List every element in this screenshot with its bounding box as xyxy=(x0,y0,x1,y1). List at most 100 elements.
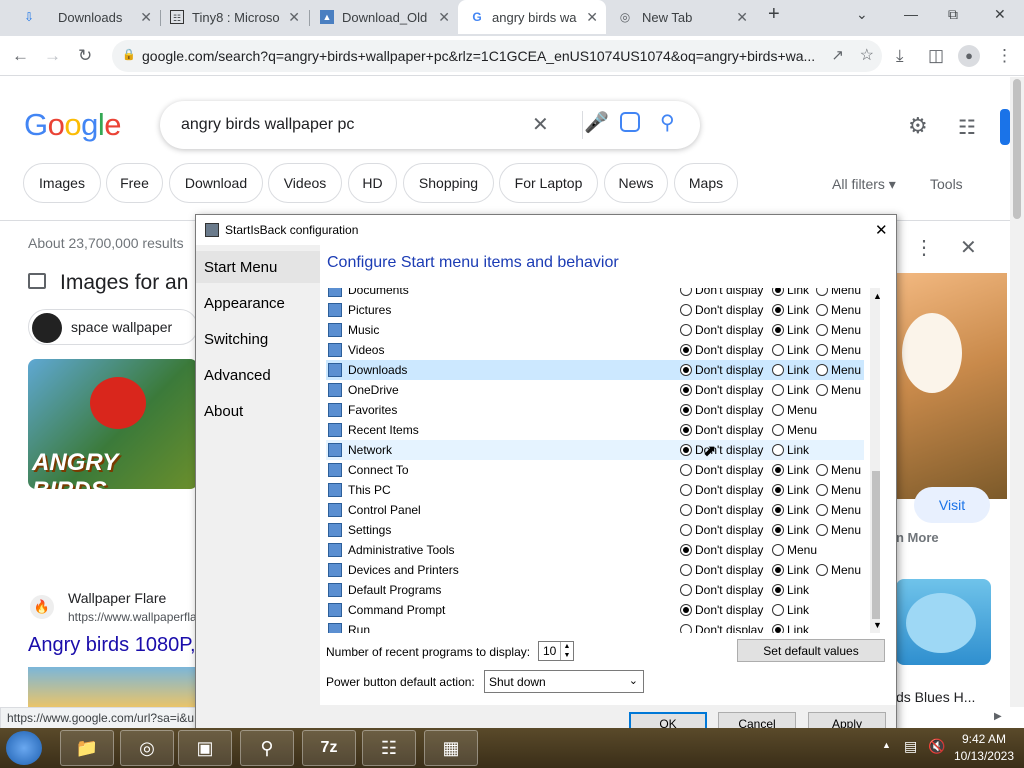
scroll-right-icon[interactable]: ▶ xyxy=(994,711,1002,722)
settings-gear-icon[interactable]: ⚙ xyxy=(908,113,928,139)
radio-dont[interactable]: Don't display xyxy=(680,543,763,557)
bookmark-star-icon[interactable]: ☆ xyxy=(860,45,874,65)
radio-link[interactable]: Link xyxy=(772,323,809,337)
radio-dont[interactable]: Don't display xyxy=(680,363,763,377)
menu-icon[interactable]: ⋮ xyxy=(996,46,1013,66)
radio-link[interactable]: Link xyxy=(772,443,809,457)
list-item[interactable]: Recent Items Don't display Menu xyxy=(326,420,864,440)
reload-button[interactable]: ↻ xyxy=(78,46,92,66)
radio-dont[interactable]: Don't display xyxy=(680,623,763,633)
radio-dont[interactable]: Don't display xyxy=(680,583,763,597)
show-hidden-icons-icon[interactable]: ▲ xyxy=(882,740,891,750)
radio-menu[interactable]: Menu xyxy=(816,288,861,297)
download-icon[interactable]: ⤓ xyxy=(896,46,904,66)
chrome-icon[interactable]: ◎ xyxy=(120,730,174,766)
profile-avatar-icon[interactable]: ● xyxy=(958,45,980,67)
recent-programs-input[interactable]: 10 ▲ ▼ xyxy=(538,641,574,661)
start-menu-items-list[interactable]: Documents Don't display Link Menu Pictures Do… xyxy=(326,288,880,633)
radio-dont[interactable]: Don't display xyxy=(680,483,763,497)
power-action-select[interactable]: Shut down ⌄ xyxy=(484,670,644,693)
radio-menu[interactable]: Menu xyxy=(772,423,817,437)
7zip-icon[interactable]: 7z xyxy=(302,730,356,766)
radio-link[interactable]: Link xyxy=(772,463,809,477)
chip-videos[interactable]: Videos xyxy=(268,163,342,203)
radio-link[interactable]: Link xyxy=(772,583,809,597)
list-item[interactable]: Control Panel Don't display Link Menu xyxy=(326,500,864,520)
sidebar-item-advanced[interactable]: Advanced xyxy=(196,359,320,391)
list-item[interactable]: Command Prompt Don't display Link xyxy=(326,600,864,620)
close-window-button[interactable]: ✕ xyxy=(994,6,1006,23)
close-icon[interactable]: ✕ xyxy=(288,9,300,26)
list-scroll-thumb[interactable] xyxy=(872,471,880,619)
angry-birds-thumbnail[interactable]: ANGRY BIRDS xyxy=(28,359,198,489)
radio-dont[interactable]: Don't display xyxy=(680,383,763,397)
result-title-link[interactable]: Angry birds 1080P, xyxy=(28,634,196,657)
radio-menu[interactable]: Menu xyxy=(816,523,861,537)
radio-link[interactable]: Link xyxy=(772,343,809,357)
radio-menu[interactable]: Menu xyxy=(772,543,817,557)
radio-link[interactable]: Link xyxy=(772,603,809,617)
new-tab-button[interactable]: + xyxy=(768,3,780,26)
search-icon[interactable]: ⚲ xyxy=(660,110,675,135)
visit-button[interactable]: Visit xyxy=(914,487,990,523)
radio-dont[interactable]: Don't display xyxy=(680,323,763,337)
radio-link[interactable]: Link xyxy=(772,288,809,297)
radio-dont[interactable]: Don't display xyxy=(680,463,763,477)
radio-menu[interactable]: Menu xyxy=(816,383,861,397)
radio-dont[interactable]: Don't display xyxy=(680,523,763,537)
side-panel-icon[interactable]: ◫ xyxy=(928,46,944,66)
radio-link[interactable]: Link xyxy=(772,383,809,397)
images-heading[interactable]: Images for an xyxy=(60,271,188,295)
list-item[interactable]: Devices and Printers Don't display Link Men… xyxy=(326,560,864,580)
more-link[interactable]: n More xyxy=(896,530,939,545)
scroll-down-icon[interactable]: ▼ xyxy=(873,620,880,630)
radio-link[interactable]: Link xyxy=(772,363,809,377)
close-icon[interactable]: ✕ xyxy=(875,221,888,239)
close-panel-icon[interactable]: ✕ xyxy=(960,235,977,260)
radio-dont[interactable]: Don't display xyxy=(680,563,763,577)
radio-dont[interactable]: Don't display xyxy=(680,343,763,357)
all-filters-button[interactable]: All filters ▾ xyxy=(832,176,896,193)
chip-images[interactable]: Images xyxy=(23,163,101,203)
sidebar-item-appearance[interactable]: Appearance xyxy=(196,287,320,319)
radio-dont[interactable]: Don't display xyxy=(680,423,763,437)
tab-download-old[interactable]: ▲ Download_Old ✕ xyxy=(312,0,458,34)
set-default-values-button[interactable]: Set default values xyxy=(737,639,885,662)
radio-dont[interactable]: Don't display xyxy=(680,288,763,297)
tab-tiny8[interactable]: ☷ Tiny8 : Microso ✕ xyxy=(162,0,308,34)
radio-menu[interactable]: Menu xyxy=(772,403,817,417)
spinner-icon[interactable]: ▲ ▼ xyxy=(560,642,573,660)
tab-downloads[interactable]: ⇩ Downloads ✕ xyxy=(14,0,160,34)
list-item[interactable]: Settings Don't display Link Menu xyxy=(326,520,864,540)
chip-shopping[interactable]: Shopping xyxy=(403,163,494,203)
forward-button[interactable]: → xyxy=(44,46,61,66)
lens-icon[interactable] xyxy=(620,112,640,132)
result-thumbnail[interactable] xyxy=(28,667,198,707)
list-item[interactable]: Pictures Don't display Link Menu xyxy=(326,300,864,320)
page-scroll-thumb[interactable] xyxy=(1013,79,1021,219)
preview-image[interactable] xyxy=(896,273,1007,499)
restore-button[interactable]: ⧉ xyxy=(948,6,958,23)
chip-maps[interactable]: Maps xyxy=(674,163,738,203)
blues-thumbnail[interactable] xyxy=(896,579,991,665)
radio-link[interactable]: Link xyxy=(772,503,809,517)
close-icon[interactable]: ✕ xyxy=(586,9,598,26)
suggestion-chip[interactable]: space wallpaper xyxy=(28,309,198,345)
radio-dont[interactable]: Don't display xyxy=(680,303,763,317)
start-orb-icon[interactable] xyxy=(6,731,42,765)
list-scrollbar[interactable]: ▲ ▼ xyxy=(870,288,880,633)
radio-dont[interactable]: Don't display xyxy=(680,603,763,617)
list-item[interactable]: Run Don't display Link xyxy=(326,620,864,633)
minimize-button[interactable]: — xyxy=(904,6,918,22)
close-icon[interactable]: ✕ xyxy=(438,9,450,26)
clear-icon[interactable]: ✕ xyxy=(532,112,549,137)
close-icon[interactable]: ✕ xyxy=(736,9,748,26)
page-scrollbar[interactable] xyxy=(1010,77,1024,707)
list-item[interactable]: This PC Don't display Link Menu xyxy=(326,480,864,500)
server-app-icon[interactable]: ▦ xyxy=(424,730,478,766)
list-item[interactable]: Connect To Don't display Link Menu xyxy=(326,460,864,480)
chip-news[interactable]: News xyxy=(604,163,668,203)
tiny8-installer-icon[interactable]: ☷ xyxy=(362,730,416,766)
list-item[interactable]: Downloads Don't display Link Menu xyxy=(326,360,864,380)
radio-menu[interactable]: Menu xyxy=(816,563,861,577)
